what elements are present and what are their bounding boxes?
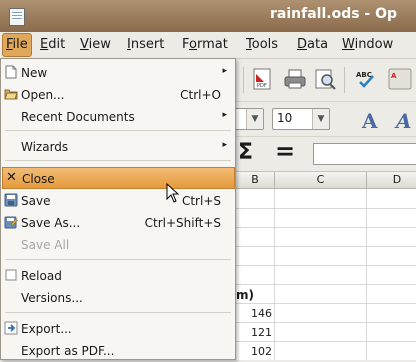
- function-icon[interactable]: =: [275, 137, 295, 165]
- menu-item-recent-documents[interactable]: Recent Documents ▸: [2, 106, 235, 128]
- formula-input[interactable]: [313, 143, 416, 165]
- title-bar: rainfall.ods - Op: [0, 0, 416, 32]
- grid-line: [236, 341, 416, 342]
- menu-file[interactable]: File: [2, 33, 32, 57]
- grid-line: [236, 208, 416, 209]
- menu-item-label: Wizards: [21, 140, 69, 154]
- menu-item-new[interactable]: New ▸: [2, 62, 235, 84]
- font-name-combo[interactable]: ▼: [232, 108, 264, 130]
- menu-edit[interactable]: Edit: [40, 37, 65, 52]
- menu-window[interactable]: Window: [342, 37, 393, 52]
- window-title: rainfall.ods - Op: [270, 6, 398, 22]
- cell-value[interactable]: 146: [236, 307, 272, 320]
- cell-header-text[interactable]: m): [236, 288, 254, 302]
- submenu-arrow-icon: ▸: [222, 66, 227, 76]
- toolbar-separator: [243, 67, 244, 93]
- save-icon: [4, 193, 18, 207]
- menu-item-label: Export as PDF...: [21, 344, 115, 358]
- menu-separator: [5, 160, 231, 161]
- save-as-icon: [4, 215, 18, 229]
- grid-line: [236, 303, 416, 304]
- reload-icon: [4, 268, 18, 282]
- menu-item-label: Reload: [21, 269, 62, 283]
- menu-insert[interactable]: Insert: [127, 37, 164, 52]
- grid-line: [366, 189, 367, 360]
- cell-value[interactable]: 102: [236, 345, 272, 358]
- chevron-down-icon[interactable]: ▼: [312, 109, 329, 129]
- svg-text:PDF: PDF: [257, 83, 267, 89]
- column-header-b[interactable]: B: [236, 172, 275, 189]
- menu-item-shortcut: Ctrl+S: [181, 194, 221, 208]
- menu-item-label: Recent Documents: [21, 110, 135, 124]
- menu-item-label: New: [21, 66, 48, 80]
- menu-item-versions[interactable]: Versions...: [2, 287, 235, 309]
- print-icon[interactable]: [283, 67, 307, 91]
- menu-separator: [5, 130, 231, 131]
- submenu-arrow-icon: ▸: [222, 140, 227, 150]
- menu-item-shortcut: Ctrl+Shift+S: [144, 216, 221, 230]
- grid-line: [236, 246, 416, 247]
- file-menu-dropdown: New ▸ Open... Ctrl+O Recent Documents ▸ …: [0, 58, 236, 360]
- menu-item-wizards[interactable]: Wizards ▸: [2, 136, 235, 158]
- menu-bar: File Edit View Insert Format Tools Data …: [0, 32, 416, 59]
- menu-item-close[interactable]: ✕ Close: [2, 167, 235, 189]
- column-header-d[interactable]: D: [367, 172, 416, 189]
- chevron-down-icon[interactable]: ▼: [246, 109, 263, 129]
- menu-separator: [5, 312, 231, 313]
- mouse-pointer-icon: [166, 182, 180, 203]
- svg-text:ABC: ABC: [356, 71, 372, 79]
- menu-item-shortcut: Ctrl+O: [180, 88, 221, 102]
- menu-item-label: Save As...: [21, 216, 81, 230]
- menu-format[interactable]: Format: [182, 37, 228, 52]
- menu-separator: [5, 259, 231, 260]
- export-icon: [4, 321, 18, 335]
- grid-line: [236, 322, 416, 323]
- italic-icon[interactable]: A: [396, 109, 412, 133]
- menu-item-open[interactable]: Open... Ctrl+O: [2, 84, 235, 106]
- menu-view[interactable]: View: [80, 37, 111, 52]
- page-preview-icon[interactable]: [313, 67, 337, 91]
- menu-tools[interactable]: Tools: [246, 37, 278, 52]
- menu-item-save[interactable]: Save Ctrl+S: [2, 190, 235, 212]
- spellcheck-icon[interactable]: ABC: [354, 67, 378, 91]
- grid-line: [236, 227, 416, 228]
- export-pdf-icon[interactable]: PDF: [250, 67, 274, 91]
- menu-item-label: Close: [22, 172, 55, 186]
- menu-data[interactable]: Data: [297, 37, 328, 52]
- close-icon: ✕: [6, 170, 17, 185]
- submenu-arrow-icon: ▸: [222, 110, 227, 120]
- column-header-c[interactable]: C: [275, 172, 367, 189]
- menu-item-label: Export...: [21, 322, 72, 336]
- font-size-value: 10: [277, 111, 293, 125]
- new-document-icon: [4, 65, 18, 79]
- menu-item-export[interactable]: Export...: [2, 318, 235, 340]
- open-folder-icon: [4, 87, 18, 101]
- menu-item-reload[interactable]: Reload: [2, 265, 235, 287]
- autospellcheck-icon[interactable]: A: [388, 67, 412, 91]
- menu-item-label: Save: [21, 194, 51, 208]
- app-document-icon[interactable]: [9, 8, 25, 26]
- sum-icon[interactable]: Σ: [238, 140, 253, 165]
- font-size-combo[interactable]: 10 ▼: [272, 108, 330, 130]
- cell-value[interactable]: 121: [236, 326, 272, 339]
- grid-line: [236, 284, 416, 285]
- grid-line: [274, 189, 275, 360]
- menu-item-save-as[interactable]: Save As... Ctrl+Shift+S: [2, 212, 235, 234]
- menu-item-export-pdf[interactable]: Export as PDF...: [2, 340, 235, 362]
- grid-line: [236, 265, 416, 266]
- menu-item-label: Save All: [21, 238, 70, 252]
- svg-text:A: A: [391, 72, 397, 80]
- menu-item-label: Versions...: [21, 291, 83, 305]
- menu-item-label: Open...: [21, 88, 65, 102]
- font-color-icon[interactable]: A: [362, 109, 378, 133]
- menu-item-save-all[interactable]: Save All: [2, 234, 235, 256]
- toolbar-separator: [344, 67, 345, 93]
